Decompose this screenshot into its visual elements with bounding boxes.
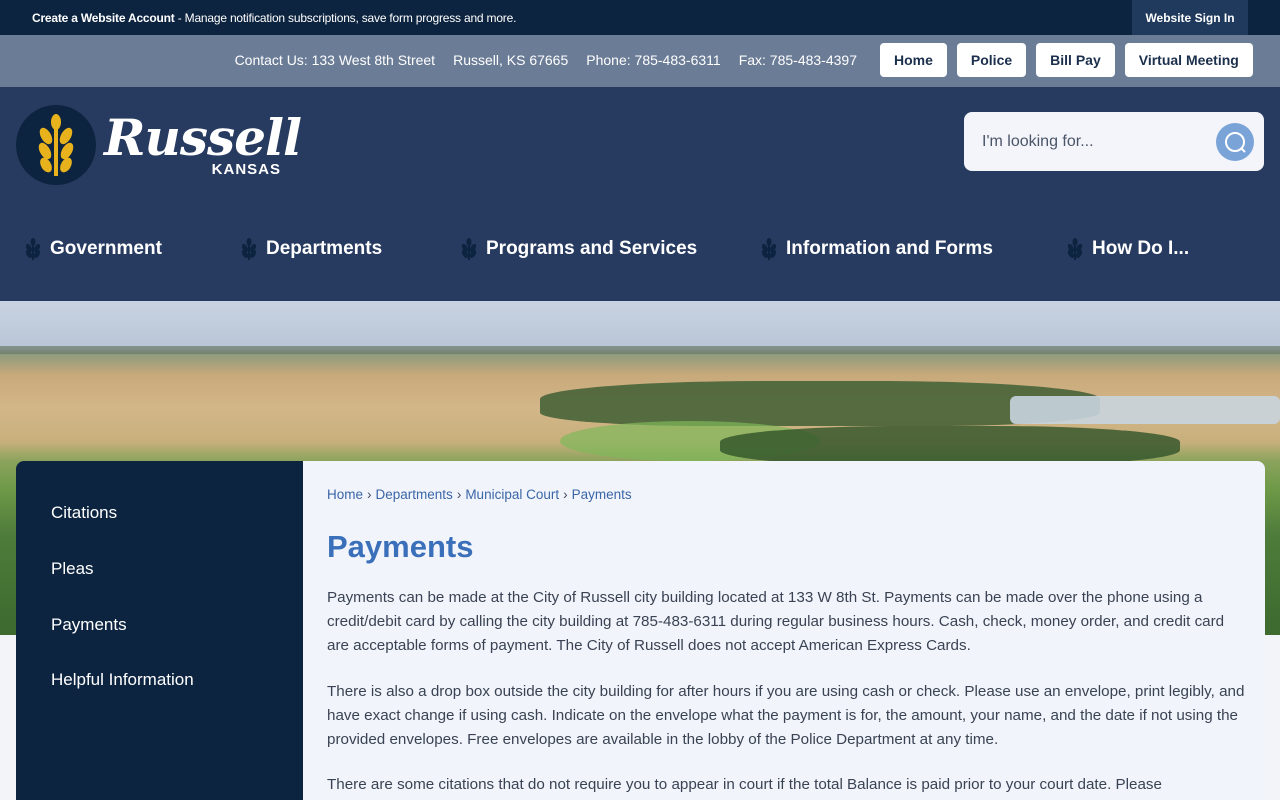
top-bar: Create a Website Account - Manage notifi… [0, 0, 1280, 35]
hero-horizon [0, 346, 1280, 354]
content-paragraph: There are some citations that do not req… [327, 776, 1162, 793]
quicklink-police-button[interactable]: Police [956, 43, 1027, 77]
breadcrumb-municipal-court[interactable]: Municipal Court [465, 487, 559, 502]
contact-city: Russell, KS 67665 [453, 52, 569, 68]
nav-label: Departments [266, 238, 383, 259]
quick-links: Home Police Bill Pay Virtual Meeting [880, 43, 1253, 77]
breadcrumb-separator: › [563, 487, 568, 502]
nav-government[interactable]: Government [24, 227, 162, 271]
contact-address: Contact Us: 133 West 8th Street [234, 52, 436, 68]
breadcrumb-separator: › [367, 487, 372, 502]
nav-label: How Do I... [1092, 238, 1190, 259]
sidebar-item-citations[interactable]: Citations [51, 503, 117, 523]
wheat-icon [1066, 238, 1084, 260]
logo-city-name: Russell [104, 107, 302, 167]
breadcrumb-payments[interactable]: Payments [572, 487, 632, 502]
contact-fax: Fax: 785-483-4397 [738, 52, 857, 68]
sidebar-item-payments[interactable]: Payments [51, 615, 127, 635]
nav-how-do-i[interactable]: How Do I... [1066, 227, 1189, 271]
wheat-icon [460, 238, 478, 260]
contact-info: Contact Us: 133 West 8th Street Russell, … [217, 52, 857, 68]
wheat-icon [24, 238, 42, 260]
quicklink-bill-pay-button[interactable]: Bill Pay [1036, 43, 1115, 77]
search-input[interactable] [982, 112, 1212, 171]
main-navigation: Government Departments Programs and Serv… [0, 227, 1280, 271]
wheat-logo-icon [16, 105, 96, 185]
site-search [964, 112, 1264, 171]
logo-state-name: KANSAS [211, 160, 282, 178]
quicklink-home-button[interactable]: Home [880, 43, 947, 77]
nav-label: Information and Forms [786, 238, 993, 259]
wheat-icon [760, 238, 778, 260]
sidebar-item-pleas[interactable]: Pleas [51, 559, 94, 579]
create-account-link[interactable]: Create a Website Account [32, 11, 175, 25]
contact-phone[interactable]: Phone: 785-483-6311 [586, 52, 720, 68]
create-account-promo[interactable]: Create a Website Account - Manage notifi… [32, 11, 516, 25]
section-sidebar: Citations Pleas Payments Helpful Informa… [16, 461, 303, 800]
breadcrumb: Home › Departments › Municipal Court › Payment… [327, 487, 632, 502]
sidebar-item-helpful-information[interactable]: Helpful Information [51, 670, 194, 690]
nav-information-and-forms[interactable]: Information and Forms [760, 227, 993, 271]
search-icon [1225, 132, 1246, 153]
wheat-icon [240, 238, 258, 260]
content-paragraph: Payments can be made at the City of Russ… [327, 589, 1225, 654]
promo-description: - Manage notification subscriptions, sav… [174, 11, 517, 25]
content-paragraph: There is also a drop box outside the cit… [327, 683, 1245, 748]
breadcrumb-departments[interactable]: Departments [376, 487, 453, 502]
quicklink-virtual-meeting-button[interactable]: Virtual Meeting [1124, 43, 1253, 77]
nav-programs-and-services[interactable]: Programs and Services [460, 227, 697, 271]
nav-label: Programs and Services [486, 238, 698, 259]
logo-wordmark: Russell KANSAS [104, 107, 302, 178]
hero-lake [1010, 396, 1280, 424]
nav-departments[interactable]: Departments [240, 227, 382, 271]
site-header: Russell KANSAS Government Departments Pr… [0, 87, 1280, 301]
site-logo[interactable]: Russell KANSAS [16, 105, 302, 185]
breadcrumb-home[interactable]: Home [327, 487, 363, 502]
search-button[interactable] [1216, 123, 1254, 161]
breadcrumb-separator: › [456, 487, 462, 502]
contact-bar: Contact Us: 133 West 8th Street Russell, … [0, 35, 1280, 87]
page-title: Payments [327, 529, 474, 564]
main-content: Home › Departments › Municipal Court › Payment… [303, 461, 1265, 800]
nav-label: Government [50, 238, 162, 259]
hero-trees [720, 426, 1180, 466]
website-sign-in-button[interactable]: Website Sign In [1132, 0, 1248, 35]
